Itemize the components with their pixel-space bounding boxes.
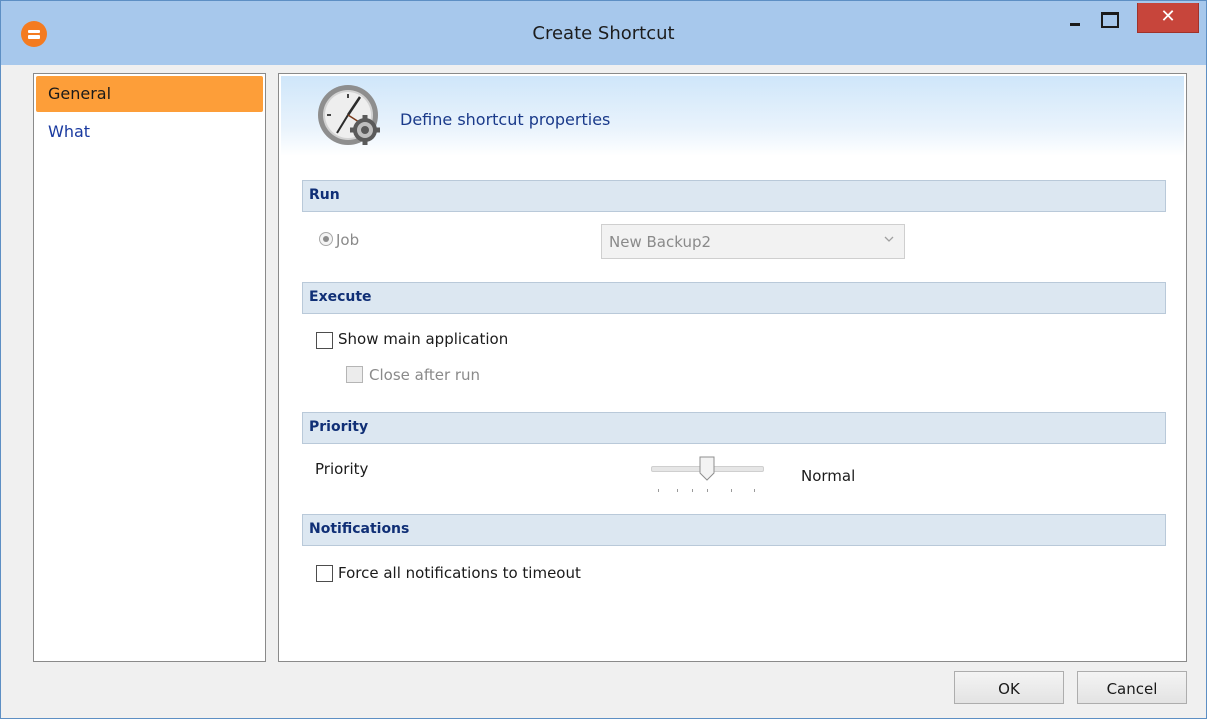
- slider-tick: [731, 489, 732, 492]
- slider-tick: [707, 489, 708, 492]
- minimize-button[interactable]: [1060, 9, 1090, 31]
- section-run-header: Run: [302, 180, 1166, 212]
- create-shortcut-dialog: Create Shortcut ✕ General What Define sh…: [0, 0, 1207, 719]
- properties-panel: Define shortcut properties Run Job New B…: [278, 73, 1187, 662]
- priority-label: Priority: [315, 460, 369, 478]
- force-timeout-label[interactable]: Force all notifications to timeout: [338, 564, 581, 582]
- priority-slider-thumb[interactable]: [699, 456, 715, 481]
- show-main-application-label[interactable]: Show main application: [338, 330, 508, 348]
- section-notifications-header: Notifications: [302, 514, 1166, 546]
- chevron-down-icon: [884, 236, 894, 242]
- nav-item-what[interactable]: What: [36, 114, 263, 150]
- header-title: Define shortcut properties: [400, 110, 611, 129]
- job-dropdown-value: New Backup2: [609, 233, 712, 251]
- force-timeout-checkbox[interactable]: [316, 565, 333, 582]
- nav-item-general[interactable]: General: [36, 76, 263, 112]
- show-main-application-checkbox[interactable]: [316, 332, 333, 349]
- slider-tick: [658, 489, 659, 492]
- window-title: Create Shortcut: [532, 23, 675, 44]
- priority-value: Normal: [801, 467, 856, 485]
- section-priority-header: Priority: [302, 412, 1166, 444]
- job-radio[interactable]: [319, 232, 333, 246]
- slider-tick: [692, 489, 693, 492]
- slider-tick: [754, 489, 755, 492]
- close-after-run-checkbox[interactable]: [346, 366, 363, 383]
- clock-gear-icon: [318, 85, 380, 145]
- navigation-panel: General What: [33, 73, 266, 662]
- close-button[interactable]: ✕: [1137, 3, 1199, 33]
- header-banner: Define shortcut properties: [281, 76, 1184, 156]
- close-after-run-label: Close after run: [369, 366, 481, 384]
- slider-tick: [677, 489, 678, 492]
- job-label: Job: [336, 231, 360, 249]
- ok-button[interactable]: OK: [954, 671, 1064, 704]
- title-bar[interactable]: Create Shortcut ✕: [1, 1, 1206, 65]
- cancel-button[interactable]: Cancel: [1077, 671, 1187, 704]
- section-execute-header: Execute: [302, 282, 1166, 314]
- close-icon: ✕: [1160, 6, 1176, 27]
- job-dropdown[interactable]: New Backup2: [601, 224, 905, 259]
- maximize-button[interactable]: [1093, 9, 1123, 31]
